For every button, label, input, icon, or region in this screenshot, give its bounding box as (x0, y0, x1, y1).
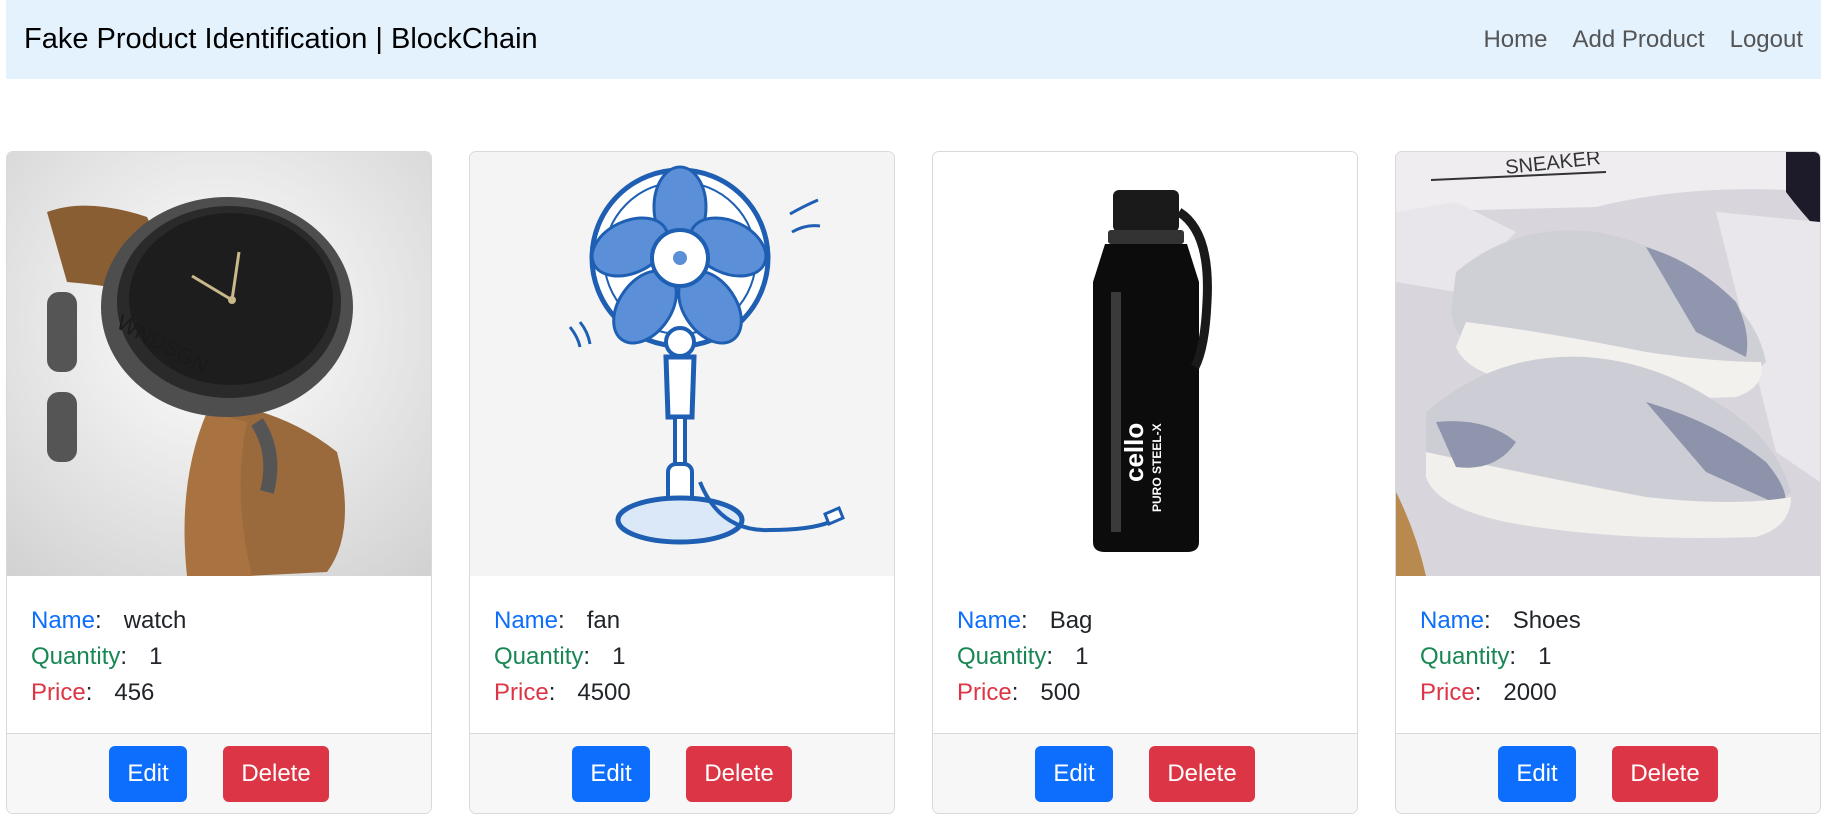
name-label: Name (1420, 607, 1485, 634)
bottle-brand-text: cello (1119, 423, 1149, 482)
product-details: Name: Bag Quantity:1 Price:500 (933, 576, 1357, 733)
product-details: Name: Shoes Quantity:1 Price:2000 (1396, 576, 1820, 733)
brand-title[interactable]: Fake Product Identification | BlockChain (24, 23, 538, 56)
nav-logout-link[interactable]: Logout (1730, 26, 1803, 54)
product-quantity: 1 (1075, 643, 1089, 670)
nav-add-product-link[interactable]: Add Product (1573, 26, 1705, 54)
card-actions: Edit Delete (470, 733, 894, 813)
edit-button[interactable]: Edit (109, 745, 187, 802)
product-image-shoes: SNEAKER (1396, 152, 1820, 576)
product-quantity: 1 (612, 643, 626, 670)
product-quantity: 1 (149, 643, 163, 670)
delete-button[interactable]: Delete (686, 745, 792, 802)
name-label: Name (957, 607, 1022, 634)
price-label: Price (31, 679, 86, 706)
product-card-bag: cello PURO STEEL-X Name: Bag Quantity:1 P… (932, 151, 1358, 814)
price-label: Price (1420, 679, 1475, 706)
name-label: Name (494, 607, 559, 634)
card-actions: Edit Delete (933, 733, 1357, 813)
product-price: 500 (1040, 679, 1081, 706)
price-label: Price (957, 679, 1012, 706)
delete-button[interactable]: Delete (223, 745, 329, 802)
edit-button[interactable]: Edit (1498, 745, 1576, 802)
product-price: 2000 (1503, 679, 1557, 706)
product-name: fan (586, 607, 621, 634)
quantity-label: Quantity (31, 643, 121, 670)
product-price: 4500 (577, 679, 631, 706)
product-image-bottle: cello PURO STEEL-X (933, 152, 1357, 576)
product-card-fan: Name: fan Quantity:1 Price:4500 Edit Dele… (469, 151, 895, 814)
product-grid: WNDSGN Name: watch Quantity:1 Price:456 E… (6, 151, 1821, 814)
product-details: Name: fan Quantity:1 Price:4500 (470, 576, 894, 733)
edit-button[interactable]: Edit (572, 745, 650, 802)
card-actions: Edit Delete (7, 733, 431, 813)
navbar: Fake Product Identification | BlockChain… (6, 0, 1821, 79)
product-name: Shoes (1512, 607, 1581, 634)
product-name: watch (123, 607, 187, 634)
quantity-label: Quantity (957, 643, 1047, 670)
quantity-label: Quantity (1420, 643, 1510, 670)
product-card-shoes: SNEAKER Name: Shoes Quantity:1 Price:2000… (1395, 151, 1821, 814)
product-image-watch: WNDSGN (7, 152, 431, 576)
name-label: Name (31, 607, 96, 634)
delete-button[interactable]: Delete (1612, 745, 1718, 802)
delete-button[interactable]: Delete (1149, 745, 1255, 802)
product-name: Bag (1049, 607, 1093, 634)
product-quantity: 1 (1538, 643, 1552, 670)
card-actions: Edit Delete (1396, 733, 1820, 813)
product-details: Name: watch Quantity:1 Price:456 (7, 576, 431, 733)
nav-home-link[interactable]: Home (1483, 26, 1547, 54)
nav-links: Home Add Product Logout (1483, 26, 1803, 54)
product-price: 456 (114, 679, 155, 706)
price-label: Price (494, 679, 549, 706)
edit-button[interactable]: Edit (1035, 745, 1113, 802)
quantity-label: Quantity (494, 643, 584, 670)
product-card-watch: WNDSGN Name: watch Quantity:1 Price:456 E… (6, 151, 432, 814)
product-image-fan (470, 152, 894, 576)
bottle-model-text: PURO STEEL-X (1150, 423, 1164, 512)
